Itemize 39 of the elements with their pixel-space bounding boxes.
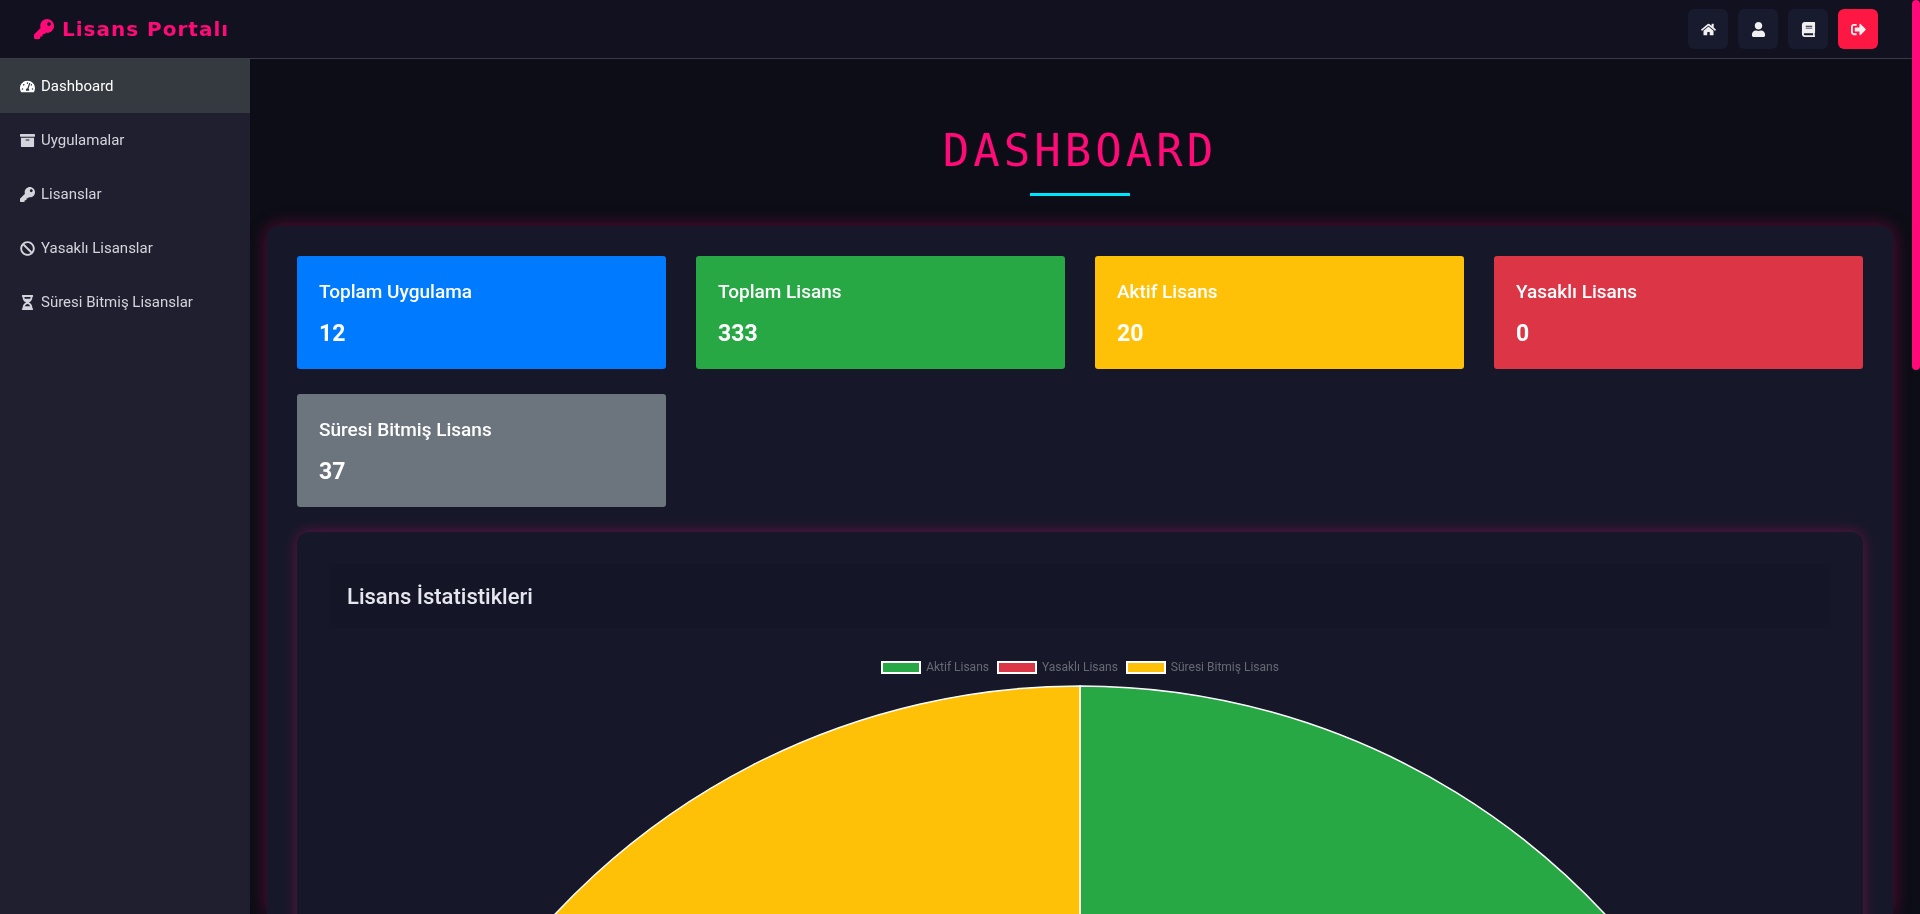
home-icon (1700, 21, 1716, 37)
docs-button[interactable] (1788, 9, 1828, 49)
key-icon (34, 19, 54, 39)
sidebar-item[interactable]: Dashboard (0, 59, 250, 113)
legend-swatch (996, 660, 1037, 674)
legend-swatch (1125, 660, 1166, 674)
sidebar-item[interactable]: Yasaklı Lisanslar (0, 221, 250, 275)
profile-button[interactable] (1738, 9, 1778, 49)
book-icon (1800, 21, 1816, 37)
box-icon (20, 132, 35, 148)
legend-label: Yasaklı Lisans (1041, 659, 1118, 676)
sidebar-item[interactable]: Uygulamalar (0, 113, 250, 167)
sidebar-item[interactable]: Süresi Bitmiş Lisanslar (0, 275, 250, 329)
legend-swatch (881, 660, 922, 674)
stat-label: Toplam Lisans (718, 279, 843, 305)
stat-label: Süresi Bitmiş Lisans (319, 417, 493, 443)
hourglass-icon (20, 294, 35, 310)
chart-title: Lisans İstatistikleri (347, 582, 533, 611)
stat-label: Toplam Uygulama (319, 279, 473, 305)
legend-label: Aktif Lisans (926, 659, 989, 676)
ban-icon (20, 240, 35, 256)
legend-label: Süresi Bitmiş Lisans (1170, 659, 1279, 676)
scrollbar-thumb[interactable] (1912, 0, 1920, 370)
stat-value: 20 (1117, 318, 1145, 349)
stat-value: 37 (319, 456, 347, 487)
stat-label: Yasaklı Lisans (1516, 279, 1639, 305)
logout-icon (1850, 21, 1866, 37)
stat-value: 12 (319, 318, 347, 349)
brand-title[interactable]: Lisans Portalı (62, 14, 230, 44)
logout-button[interactable] (1838, 9, 1878, 49)
key-icon (20, 186, 35, 202)
home-button[interactable] (1688, 9, 1728, 49)
page-title: DASHBOARD (942, 125, 1218, 177)
sidebar-item[interactable]: Lisanslar (0, 167, 250, 221)
stat-label: Aktif Lisans (1117, 279, 1219, 305)
user-icon (1750, 21, 1766, 37)
gauge-icon (20, 78, 35, 94)
stat-value: 333 (718, 318, 759, 349)
stat-value: 0 (1516, 318, 1531, 349)
